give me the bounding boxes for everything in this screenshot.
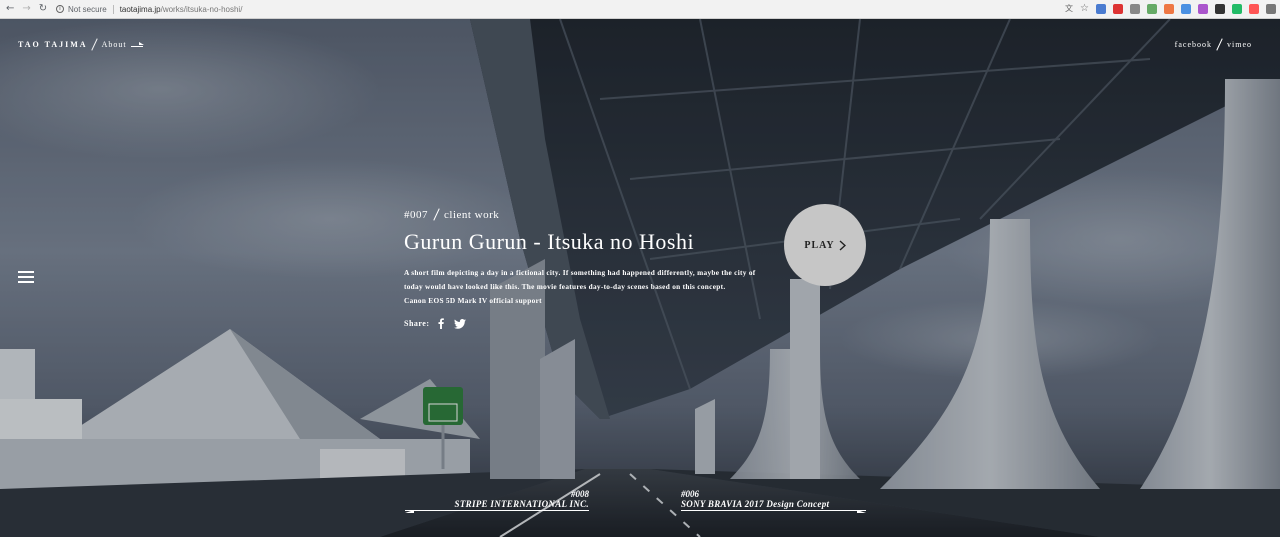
security-label: Not secure bbox=[68, 4, 107, 14]
arrow-left-icon bbox=[405, 510, 414, 513]
extension-icon[interactable] bbox=[1096, 4, 1106, 14]
extension-icon[interactable] bbox=[1181, 4, 1191, 14]
extensions-area: 文 ☆ bbox=[1065, 4, 1276, 14]
prev-work-number: #008 bbox=[571, 489, 589, 499]
arrow-right-icon bbox=[857, 510, 866, 513]
social-links: facebook vimeo bbox=[1175, 38, 1252, 51]
work-info: #007 client work Gurun Gurun - Itsuka no… bbox=[404, 208, 774, 329]
twitter-icon[interactable] bbox=[453, 318, 466, 329]
back-icon[interactable]: ← bbox=[6, 4, 14, 14]
reload-icon[interactable]: ↻ bbox=[39, 4, 47, 14]
work-title: Gurun Gurun - Itsuka no Hoshi bbox=[404, 229, 695, 254]
menu-line bbox=[18, 271, 34, 273]
menu-line bbox=[18, 281, 34, 283]
prev-work-link[interactable]: #008 STRIPE INTERNATIONAL INC. bbox=[405, 489, 589, 513]
browser-toolbar: ← → ↻ i Not secure taotajima.jp/works/it… bbox=[0, 0, 1280, 19]
url-path: /works/itsuka-no-hoshi/ bbox=[160, 4, 243, 14]
hamburger-menu-icon[interactable] bbox=[18, 271, 34, 283]
vimeo-link[interactable]: vimeo bbox=[1227, 40, 1252, 49]
address-bar[interactable]: i Not secure taotajima.jp/works/itsuka-n… bbox=[56, 2, 242, 16]
work-meta: #007 client work bbox=[404, 208, 774, 221]
next-work-number: #006 bbox=[681, 489, 699, 499]
chevron-right-icon bbox=[839, 239, 846, 251]
share-bar: Share: bbox=[404, 318, 774, 329]
bookmark-star-icon[interactable]: ☆ bbox=[1080, 4, 1089, 14]
work-number: #007 bbox=[404, 208, 428, 221]
browser-nav: ← → ↻ bbox=[0, 4, 56, 14]
work-category: client work bbox=[444, 208, 500, 221]
next-work-link[interactable]: #006 SONY BRAVIA 2017 Design Concept bbox=[681, 489, 866, 513]
site-header-left: TAO TAJIMA About bbox=[18, 38, 144, 51]
extension-icon[interactable] bbox=[1147, 4, 1157, 14]
share-label: Share: bbox=[404, 319, 430, 328]
meta-divider bbox=[433, 208, 440, 221]
about-link[interactable]: About bbox=[102, 40, 127, 49]
info-icon[interactable]: i bbox=[56, 5, 64, 13]
about-arrow-icon bbox=[130, 42, 144, 47]
header-divider bbox=[90, 38, 98, 51]
translate-icon[interactable]: 文 bbox=[1065, 4, 1073, 14]
extension-icon[interactable] bbox=[1164, 4, 1174, 14]
social-divider bbox=[1216, 38, 1223, 51]
next-underline bbox=[681, 510, 866, 511]
play-button[interactable]: PLAY bbox=[784, 204, 866, 286]
extension-icon[interactable] bbox=[1113, 4, 1123, 14]
hero-section: TAO TAJIMA About facebook vimeo #007 cli… bbox=[0, 19, 1280, 537]
extension-icon[interactable] bbox=[1130, 4, 1140, 14]
prev-work-title: STRIPE INTERNATIONAL INC. bbox=[454, 499, 589, 509]
menu-line bbox=[18, 276, 34, 278]
next-work-title: SONY BRAVIA 2017 Design Concept bbox=[681, 499, 830, 509]
extension-icon[interactable] bbox=[1215, 4, 1225, 14]
work-support-credit: Canon EOS 5D Mark IV official support bbox=[404, 296, 542, 305]
play-label: PLAY bbox=[804, 239, 835, 251]
extension-icon[interactable] bbox=[1249, 4, 1259, 14]
url-host: taotajima.jp bbox=[119, 4, 161, 14]
extension-icon[interactable] bbox=[1232, 4, 1242, 14]
forward-icon[interactable]: → bbox=[22, 4, 30, 14]
prev-underline bbox=[405, 510, 589, 511]
brand-logo[interactable]: TAO TAJIMA bbox=[18, 40, 88, 49]
extension-icon[interactable] bbox=[1266, 4, 1276, 14]
url-text[interactable]: taotajima.jp/works/itsuka-no-hoshi/ bbox=[120, 5, 243, 14]
address-separator bbox=[112, 4, 114, 14]
facebook-link[interactable]: facebook bbox=[1175, 40, 1212, 49]
work-description: A short film depicting a day in a fictio… bbox=[404, 268, 756, 291]
extension-icon[interactable] bbox=[1198, 4, 1208, 14]
facebook-icon[interactable] bbox=[437, 318, 445, 329]
